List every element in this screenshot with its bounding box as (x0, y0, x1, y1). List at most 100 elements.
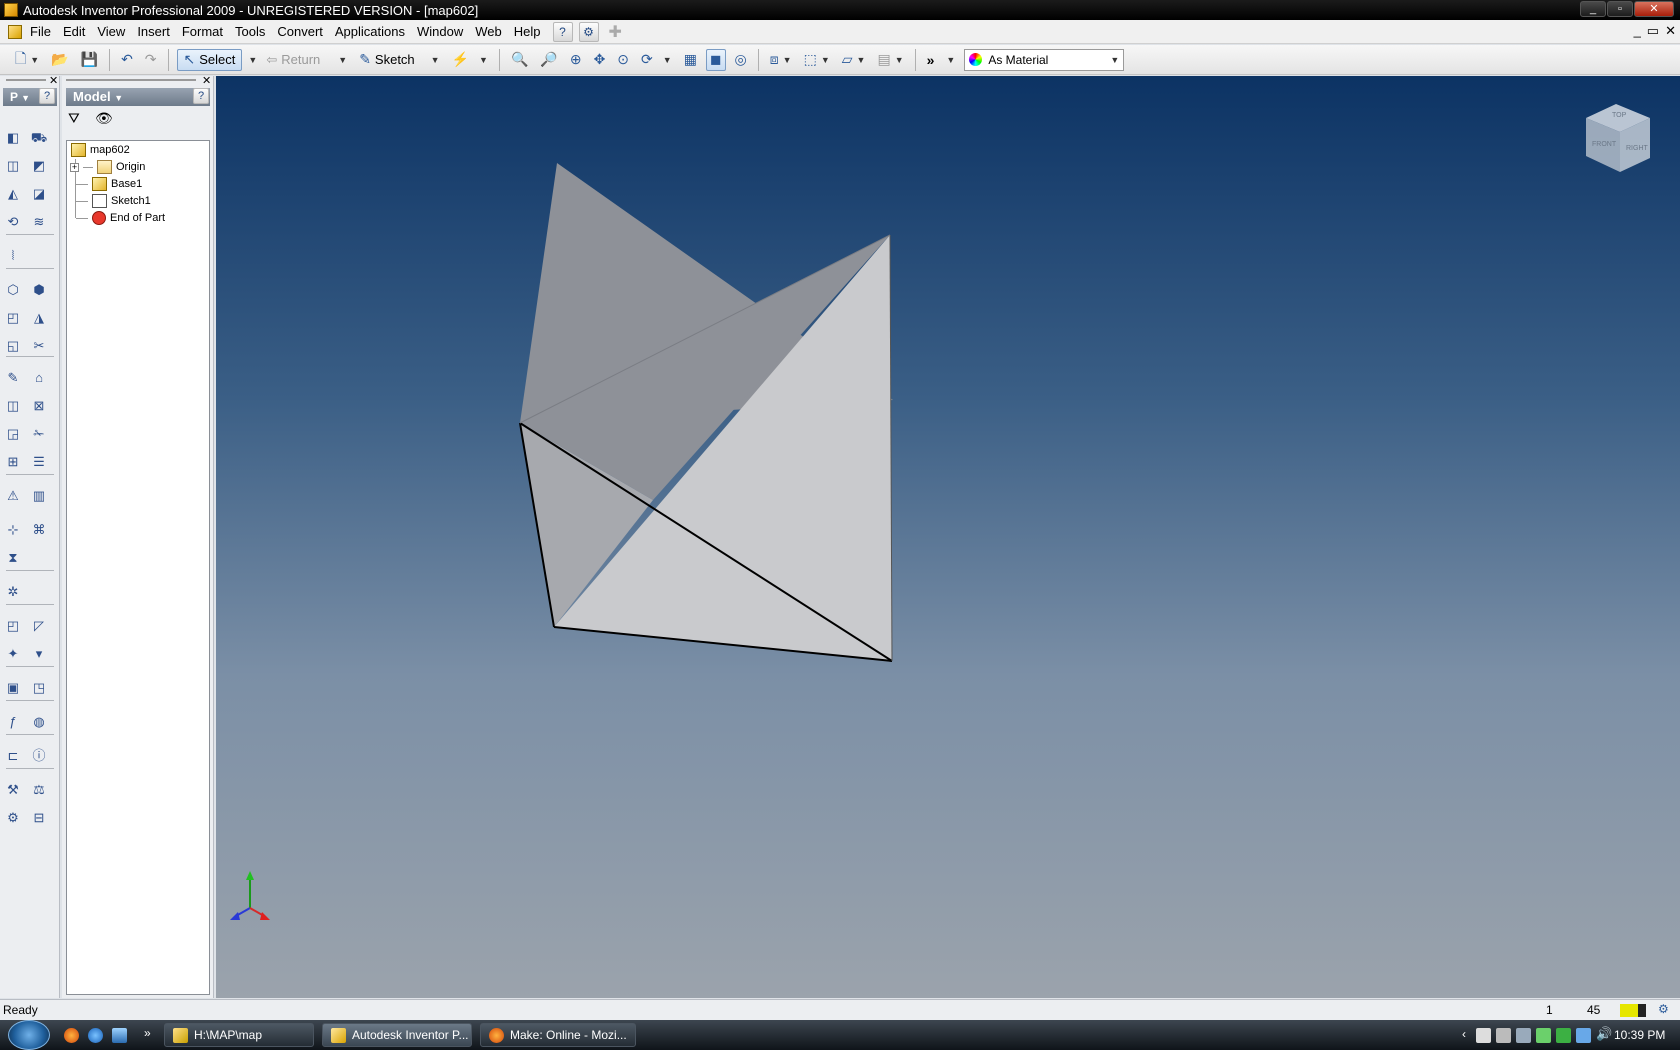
design-support-icon[interactable]: ⚙ (578, 21, 599, 42)
add-icon[interactable]: ✚ (609, 22, 622, 42)
menu-insert[interactable]: Insert (131, 24, 176, 39)
view-cube[interactable]: TOP FRONT RIGHT (1578, 100, 1658, 185)
derive-icon[interactable]: ◫ (3, 396, 23, 416)
extrude-icon[interactable]: ◧ (3, 128, 23, 148)
work-axis-icon[interactable]: ◸ (29, 616, 49, 636)
fillet-icon[interactable]: ⬡ (3, 280, 23, 300)
app-icon[interactable] (4, 3, 18, 17)
browser-help-icon[interactable]: ? (193, 88, 209, 104)
dimensions-icon[interactable]: ⚖ (29, 780, 49, 800)
camera-icon[interactable]: ⧈ ▼ (767, 49, 795, 71)
panel-grip[interactable] (6, 79, 46, 81)
thicken-icon[interactable]: ◲ (3, 424, 23, 444)
undo-icon[interactable]: ↶ (118, 49, 136, 71)
document-icon[interactable] (8, 24, 22, 39)
zoom-icon[interactable]: ⊕ (567, 49, 585, 71)
menu-file[interactable]: File (24, 24, 57, 39)
hole-icon[interactable]: ◫ (3, 156, 23, 176)
loft-icon[interactable]: ◪ (29, 184, 49, 204)
work-point-icon[interactable]: ✲ (3, 582, 23, 602)
update-icon[interactable]: ⚡ ▼ (449, 49, 491, 71)
visibility-icon[interactable]: ▤ ▼ (874, 49, 906, 71)
decal-icon[interactable]: ✎ (3, 368, 23, 388)
panel-help-icon[interactable]: ? (39, 88, 55, 104)
ie-quicklaunch-icon[interactable] (88, 1028, 103, 1043)
thread-icon[interactable]: ⦚ (3, 246, 23, 266)
menu-view[interactable]: View (91, 24, 131, 39)
tray-icon[interactable] (1496, 1028, 1511, 1043)
rest-icon[interactable]: ⌘ (29, 520, 49, 540)
start-button[interactable] (8, 1020, 50, 1050)
split-icon[interactable]: ◮ (29, 308, 49, 328)
work-plane-icon[interactable]: ◰ (3, 616, 23, 636)
chamfer-icon[interactable]: ⬢ (29, 280, 49, 300)
doc-restore-icon[interactable]: ▭ (1647, 23, 1659, 39)
tree-node-sketch1[interactable]: Sketch1 (76, 193, 151, 209)
task-inventor[interactable]: Autodesk Inventor P... (322, 1023, 472, 1047)
zoom-all-icon[interactable]: 🔍 (508, 49, 531, 71)
split-part-icon[interactable]: ✁ (29, 424, 49, 444)
status-help-icon[interactable]: ⚙ (1658, 1002, 1669, 1016)
doc-close-icon[interactable]: ✕ (1665, 23, 1676, 39)
doc-minimize-icon[interactable]: _ (1634, 23, 1641, 39)
copy-object-icon[interactable]: ✂ (29, 336, 49, 356)
grill-icon[interactable]: ▥ (29, 486, 49, 506)
menu-tools[interactable]: Tools (229, 24, 271, 39)
tray-icon[interactable] (1516, 1028, 1531, 1043)
task-explorer[interactable]: H:\MAP\map (164, 1023, 314, 1047)
sculpt-icon[interactable]: ⚠ (3, 486, 23, 506)
tray-icon[interactable] (1536, 1028, 1551, 1043)
minimize-button[interactable]: _ (1580, 1, 1606, 17)
menu-window[interactable]: Window (411, 24, 469, 39)
tray-expand-icon[interactable]: ‹ (1462, 1027, 1466, 1041)
menu-edit[interactable]: Edit (57, 24, 91, 39)
browser-close-icon[interactable]: ✕ (202, 74, 211, 87)
filter-icon[interactable]: ⛛ (68, 110, 80, 127)
select-dropdown-icon[interactable]: ▼ (248, 55, 257, 65)
display-mode-icon[interactable]: ◎ (732, 49, 750, 71)
insert-ifeature-icon[interactable]: ▣ (3, 678, 23, 698)
panel-close-icon[interactable]: ✕ (49, 74, 58, 87)
revolve-icon[interactable]: ⛟ (29, 128, 49, 148)
quicklaunch-overflow-icon[interactable]: » (144, 1026, 151, 1040)
select-button[interactable]: ↖ Select (176, 48, 243, 71)
redo-icon[interactable]: ↷ (142, 49, 160, 71)
tree-node-end-of-part[interactable]: End of Part (76, 210, 165, 226)
rib-icon[interactable]: ◭ (3, 184, 23, 204)
return-button[interactable]: ⇦ Return ▼ (263, 49, 350, 71)
navigation-icon[interactable]: » ▼ (924, 49, 959, 71)
expand-icon[interactable]: + (70, 162, 79, 172)
section-icon[interactable]: ▱ ▼ (839, 49, 869, 71)
face-draft-icon[interactable]: ◰ (3, 308, 23, 328)
volume-icon[interactable]: 🔊 (1596, 1026, 1612, 1042)
sweep-icon[interactable]: ⟲ (3, 212, 23, 232)
graphics-window[interactable]: TOP FRONT RIGHT (216, 76, 1680, 998)
info-icon[interactable]: ⓘ (29, 746, 49, 766)
shadow-icon[interactable]: ⬚ ▼ (801, 49, 833, 71)
sketch-button[interactable]: ✎ Sketch ▼ (356, 49, 442, 71)
coil-icon[interactable]: ≋ (29, 212, 49, 232)
more-icon[interactable]: ▾ (29, 644, 49, 664)
mirror-icon[interactable]: ⧗ (3, 548, 23, 568)
find-binoculars-icon[interactable]: 👁 (95, 110, 113, 127)
material-select[interactable]: As Material ▼ (964, 48, 1125, 71)
firefox-quicklaunch-icon[interactable] (64, 1028, 79, 1043)
menu-format[interactable]: Format (176, 24, 229, 39)
menu-web[interactable]: Web (469, 24, 508, 39)
pan-icon[interactable]: ✥ (591, 49, 609, 71)
rectangular-pattern-icon[interactable]: ☰ (29, 452, 49, 472)
tray-icon[interactable] (1476, 1028, 1491, 1043)
bend-part-icon[interactable]: ⊞ (3, 452, 23, 472)
zoom-selected-icon[interactable]: ⊙ (614, 49, 632, 71)
whats-this-help-icon[interactable]: ? (552, 21, 573, 42)
shaded-display-icon[interactable]: ◼ (705, 48, 726, 71)
emboss-icon[interactable]: ⌂ (29, 368, 49, 388)
menu-applications[interactable]: Applications (329, 24, 411, 39)
new-icon[interactable]: 🗋 ▼ (12, 49, 42, 71)
parameters-icon[interactable]: ƒ (3, 712, 23, 732)
menu-help[interactable]: Help (508, 24, 547, 39)
browser-header[interactable]: Model ▼ (66, 88, 210, 106)
move-face-icon[interactable]: ◱ (3, 336, 23, 356)
orbit-icon[interactable]: ⟳ ▼ (638, 49, 675, 71)
shell-icon[interactable]: ◩ (29, 156, 49, 176)
